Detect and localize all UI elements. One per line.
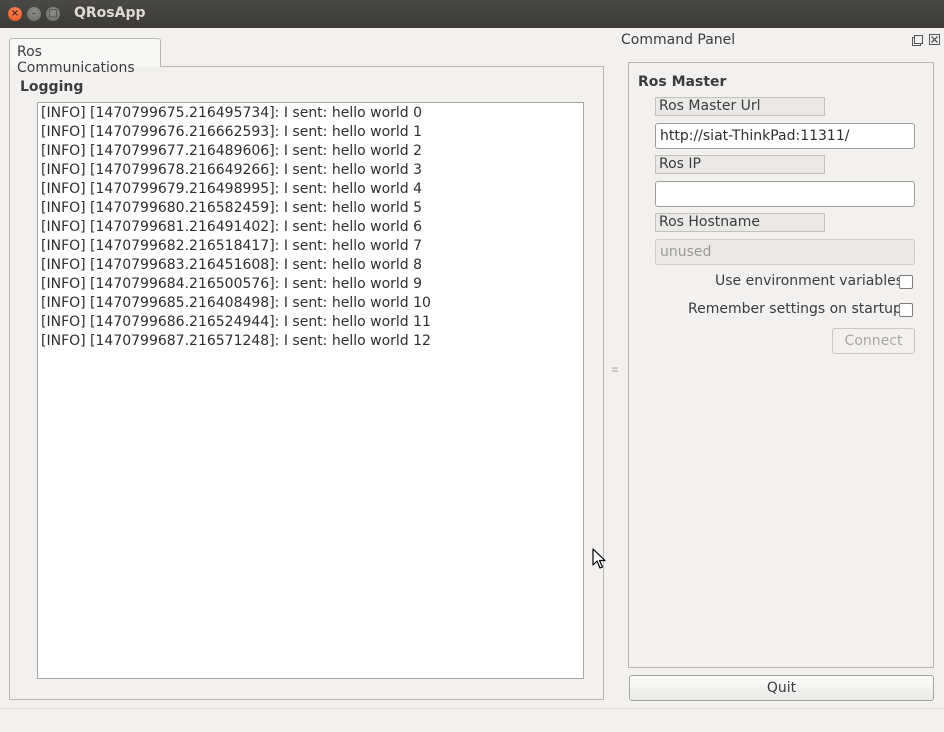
- log-line[interactable]: [INFO] [1470799680.216582459]: I sent: h…: [41, 200, 422, 216]
- ros-master-group-label: Ros Master: [638, 74, 727, 90]
- quit-button[interactable]: Quit: [629, 675, 934, 701]
- title-bar: × – □ QRosApp: [0, 0, 944, 28]
- minimize-window-icon[interactable]: –: [27, 7, 41, 21]
- window-title: QRosApp: [74, 5, 146, 21]
- dock-close-icon[interactable]: [929, 34, 940, 45]
- tab-ros-communications[interactable]: Ros Communications: [9, 38, 161, 76]
- close-window-icon[interactable]: ×: [8, 7, 22, 21]
- master-url-input[interactable]: [655, 123, 915, 149]
- use-env-checkbox[interactable]: [899, 275, 913, 289]
- remember-settings-label[interactable]: Remember settings on startup: [688, 301, 902, 317]
- status-bar: [0, 708, 944, 709]
- ros-hostname-input: [655, 239, 915, 265]
- log-line[interactable]: [INFO] [1470799678.216649266]: I sent: h…: [41, 162, 422, 178]
- dock-title: Command Panel: [621, 32, 736, 48]
- use-env-label[interactable]: Use environment variables: [715, 273, 903, 289]
- splitter-handle[interactable]: [612, 364, 618, 376]
- remember-settings-checkbox[interactable]: [899, 303, 913, 317]
- log-line[interactable]: [INFO] [1470799682.216518417]: I sent: h…: [41, 238, 422, 254]
- connect-button[interactable]: Connect: [832, 328, 915, 354]
- ros-ip-label: Ros IP: [655, 155, 825, 174]
- log-line[interactable]: [INFO] [1470799684.216500576]: I sent: h…: [41, 276, 422, 292]
- log-line[interactable]: [INFO] [1470799675.216495734]: I sent: h…: [41, 105, 422, 121]
- log-list[interactable]: [INFO] [1470799675.216495734]: I sent: h…: [37, 102, 584, 679]
- maximize-window-icon[interactable]: □: [46, 7, 60, 21]
- dock-float-icon[interactable]: [912, 35, 923, 46]
- logging-group-label: Logging: [20, 79, 84, 95]
- log-line[interactable]: [INFO] [1470799687.216571248]: I sent: h…: [41, 333, 431, 349]
- log-line[interactable]: [INFO] [1470799677.216489606]: I sent: h…: [41, 143, 422, 159]
- log-line[interactable]: [INFO] [1470799681.216491402]: I sent: h…: [41, 219, 422, 235]
- ros-master-group: [628, 62, 934, 668]
- log-line[interactable]: [INFO] [1470799679.216498995]: I sent: h…: [41, 181, 422, 197]
- log-line[interactable]: [INFO] [1470799686.216524944]: I sent: h…: [41, 314, 431, 330]
- log-line[interactable]: [INFO] [1470799683.216451608]: I sent: h…: [41, 257, 422, 273]
- ros-hostname-label: Ros Hostname: [655, 213, 825, 232]
- grip-icon: [612, 367, 618, 372]
- mouse-cursor-icon: [592, 548, 606, 570]
- log-line[interactable]: [INFO] [1470799685.216408498]: I sent: h…: [41, 295, 431, 311]
- master-url-label: Ros Master Url: [655, 97, 825, 116]
- log-line[interactable]: [INFO] [1470799676.216662593]: I sent: h…: [41, 124, 422, 140]
- ros-ip-input[interactable]: [655, 181, 915, 207]
